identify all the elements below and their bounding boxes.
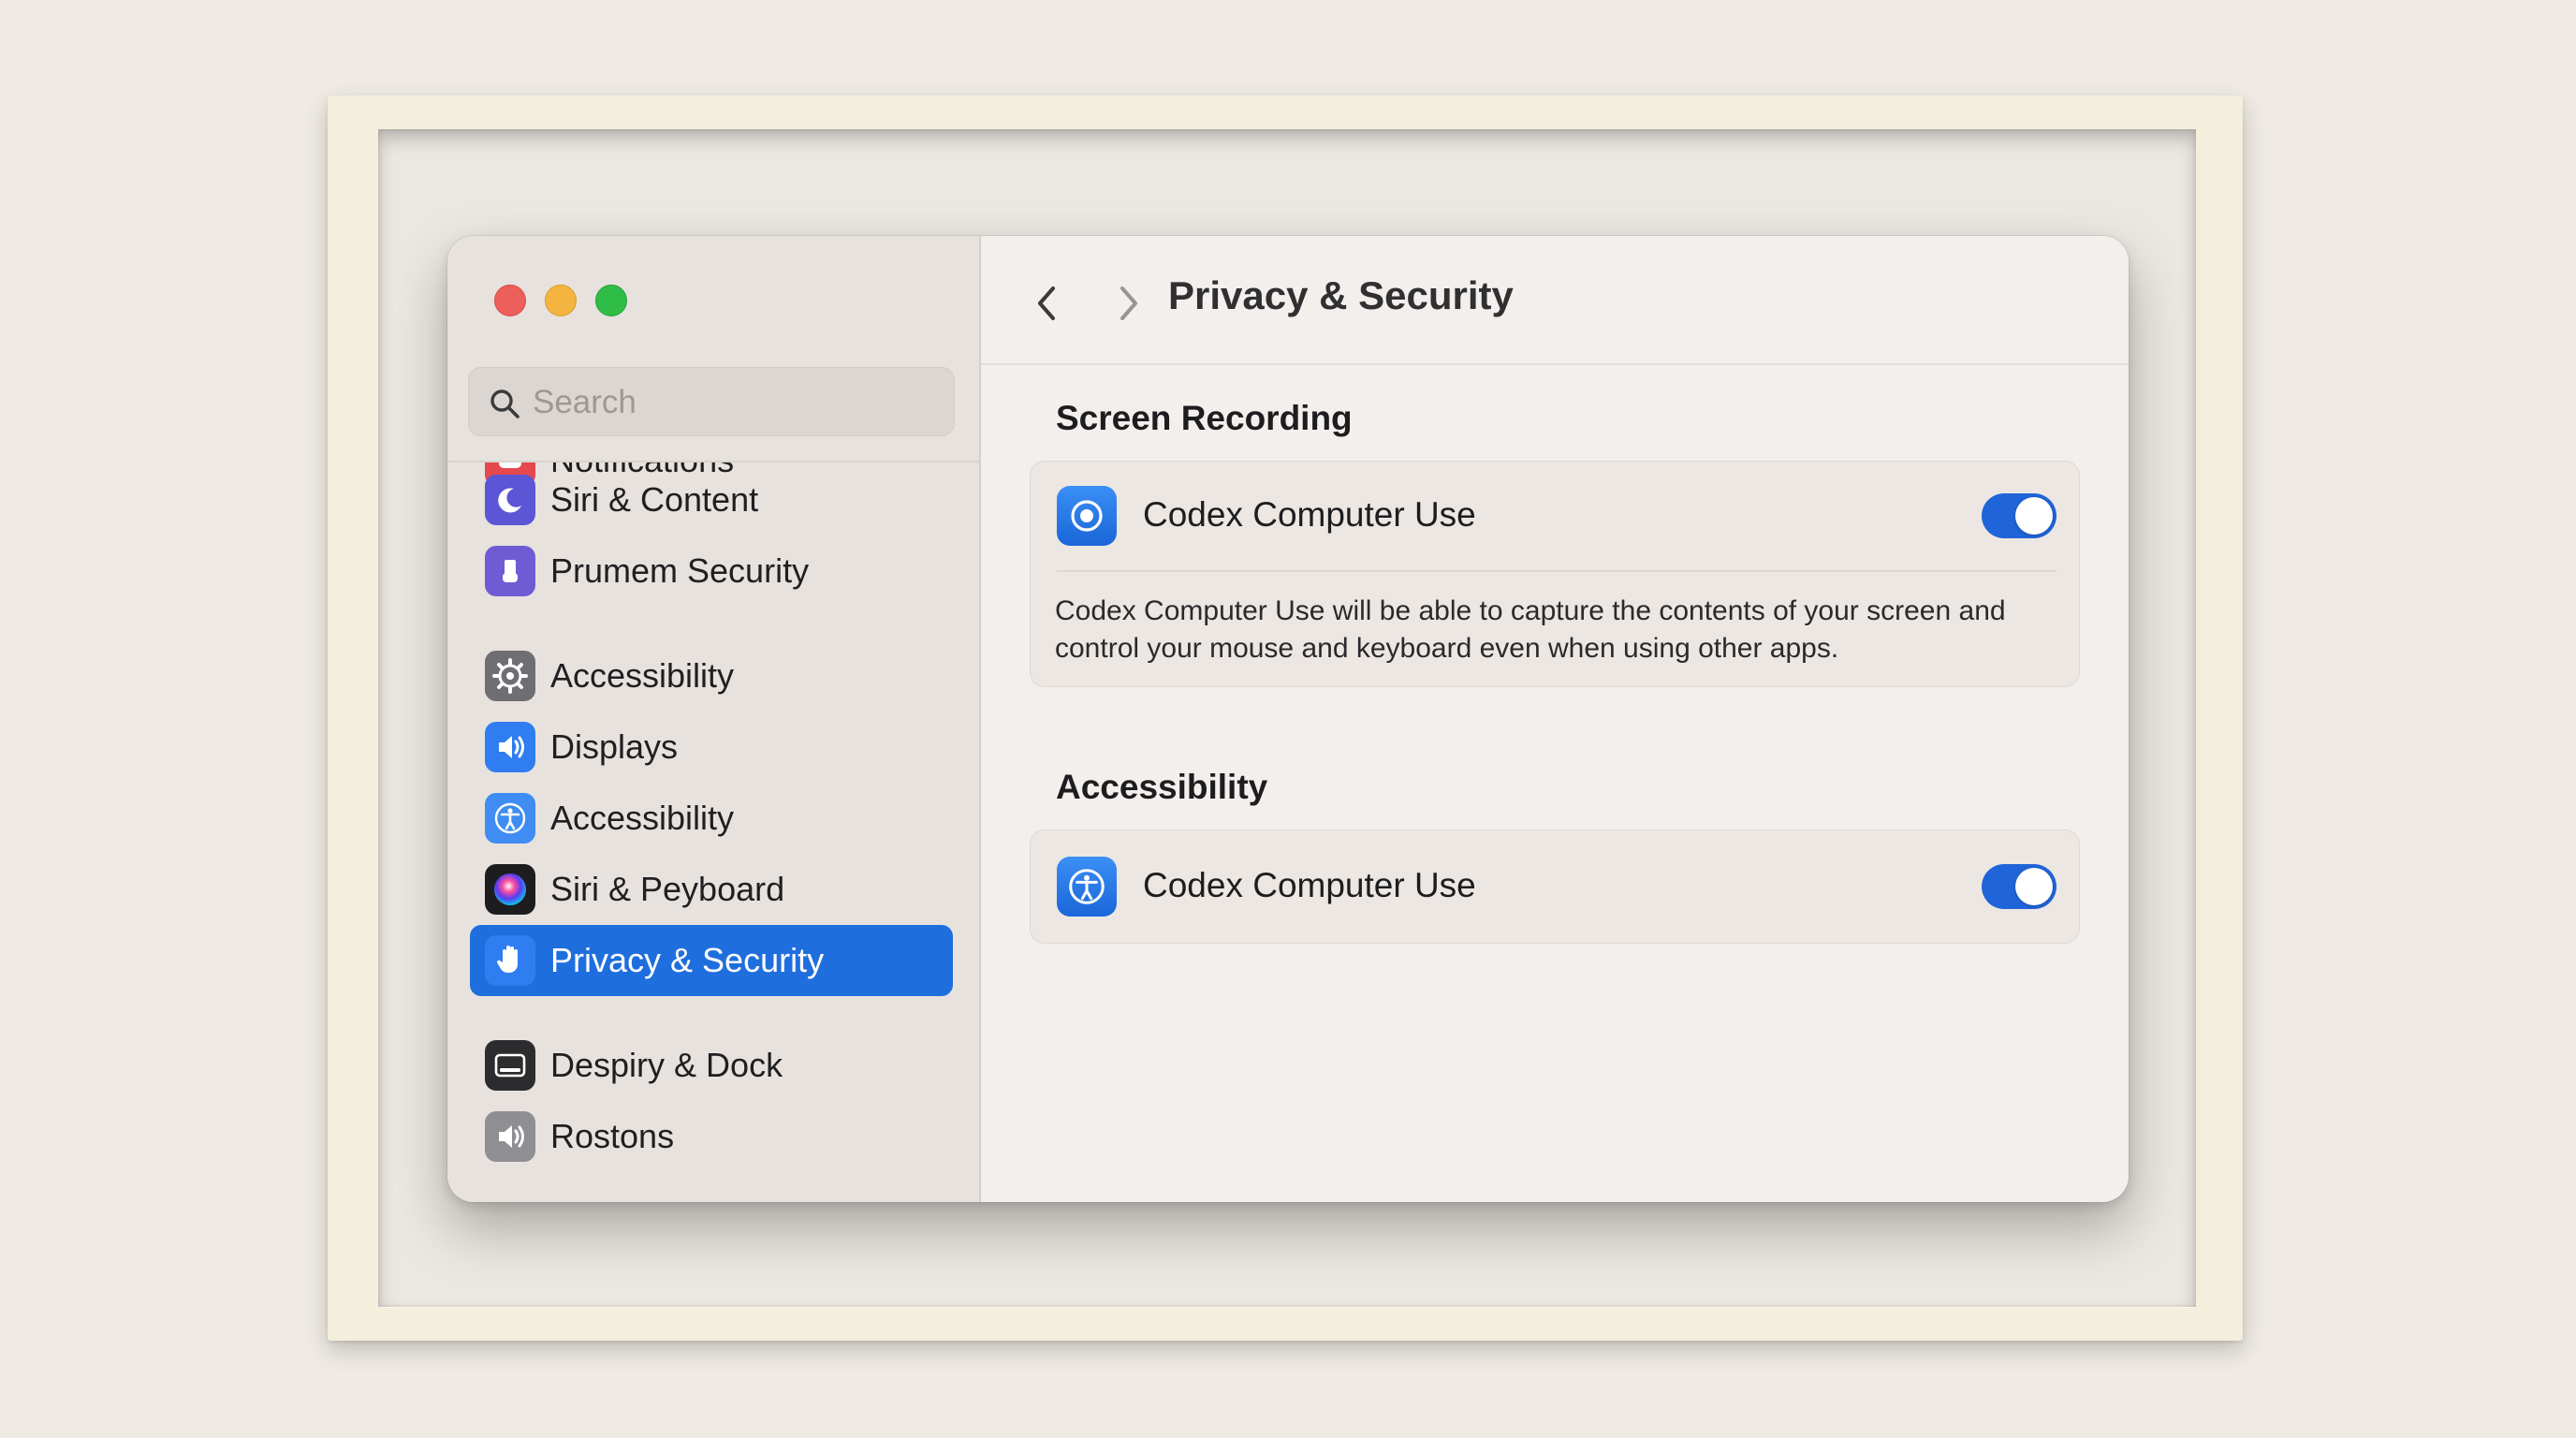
screen-recording-toggle[interactable] [1982, 493, 2056, 538]
chevron-right-icon [1120, 286, 1137, 320]
main-content: Privacy & Security Screen Recording Code… [981, 236, 2129, 1202]
sidebar-item-label: Despiry & Dock [550, 1046, 783, 1084]
sidebar-item-despiry-dock[interactable]: Despiry & Dock [470, 1030, 953, 1101]
sidebar-item-label: Accessibility [550, 656, 735, 695]
speaker-icon [485, 722, 535, 772]
minimize-button[interactable] [545, 285, 577, 316]
moon-icon [485, 475, 535, 525]
gear-icon [485, 651, 535, 701]
chevron-left-icon [1038, 286, 1055, 320]
sidebar-item-prumem-security[interactable]: Prumem Security [470, 536, 953, 607]
sidebar-item-privacy-security[interactable]: Privacy & Security [470, 925, 953, 996]
app-name: Codex Computer Use [1143, 866, 1476, 904]
sidebar-item-accessibility[interactable]: Accessibility [470, 783, 953, 854]
sidebar-item-label: Rostons [550, 1117, 675, 1155]
permission-row: Codex Computer Use [1031, 462, 2079, 570]
search-input[interactable] [531, 368, 946, 437]
screen-recording-app-icon [1057, 486, 1117, 546]
sidebar-item-label: Siri & Peyboard [550, 870, 785, 908]
sidebar-item-label: Displays [550, 727, 679, 766]
sidebar-item-siri-content[interactable]: Siri & Content [470, 464, 953, 536]
row-divider [1057, 570, 2056, 572]
zoom-button[interactable] [595, 285, 627, 316]
traffic-lights [494, 285, 627, 316]
dock-icon [485, 1040, 535, 1091]
sidebar-item-label: Privacy & Security [550, 941, 825, 979]
screen-recording-card: Codex Computer Use Codex Computer Use wi… [1030, 461, 2080, 687]
toolbar: Privacy & Security [981, 236, 2129, 365]
accessibility-card: Codex Computer Use [1030, 829, 2080, 944]
close-button[interactable] [494, 285, 526, 316]
sidebar-item-siri-peyboard[interactable]: Siri & Peyboard [470, 854, 953, 925]
toggle-knob [2015, 497, 2053, 535]
sidebar-item-label: Prumem Security [550, 551, 810, 590]
accessibility-toggle[interactable] [1982, 864, 2056, 909]
permission-row: Codex Computer Use [1031, 830, 2079, 939]
accessibility-app-icon [1057, 857, 1117, 917]
hand-icon [485, 935, 535, 986]
sidebar-item-rostons[interactable]: Rostons [470, 1101, 953, 1172]
hand-raised-icon [485, 546, 535, 596]
section-title-accessibility: Accessibility [1056, 768, 1268, 806]
search-icon [490, 389, 520, 418]
sidebar-item-accessibility-gear[interactable]: Accessibility [470, 640, 953, 712]
sidebar: Notifications Siri & Content Prumem Secu… [447, 236, 981, 1202]
page-title: Privacy & Security [1168, 273, 1514, 317]
siri-icon [485, 864, 535, 915]
toggle-knob [2015, 868, 2053, 905]
sidebar-item-displays[interactable]: Displays [470, 712, 953, 783]
permission-description: Codex Computer Use will be able to captu… [1055, 595, 2006, 664]
sidebar-item-label: Accessibility [550, 799, 735, 837]
speaker-icon [485, 1111, 535, 1162]
accessibility-icon [485, 793, 535, 844]
sidebar-list: Notifications Siri & Content Prumem Secu… [447, 462, 979, 1202]
back-button[interactable] [1020, 277, 1073, 330]
forward-button[interactable] [1103, 277, 1155, 330]
section-title-screen-recording: Screen Recording [1056, 399, 1353, 437]
search-field[interactable] [468, 367, 955, 437]
settings-window: Notifications Siri & Content Prumem Secu… [447, 236, 2129, 1202]
app-name: Codex Computer Use [1143, 495, 1476, 534]
sidebar-item-label: Siri & Content [550, 480, 759, 519]
